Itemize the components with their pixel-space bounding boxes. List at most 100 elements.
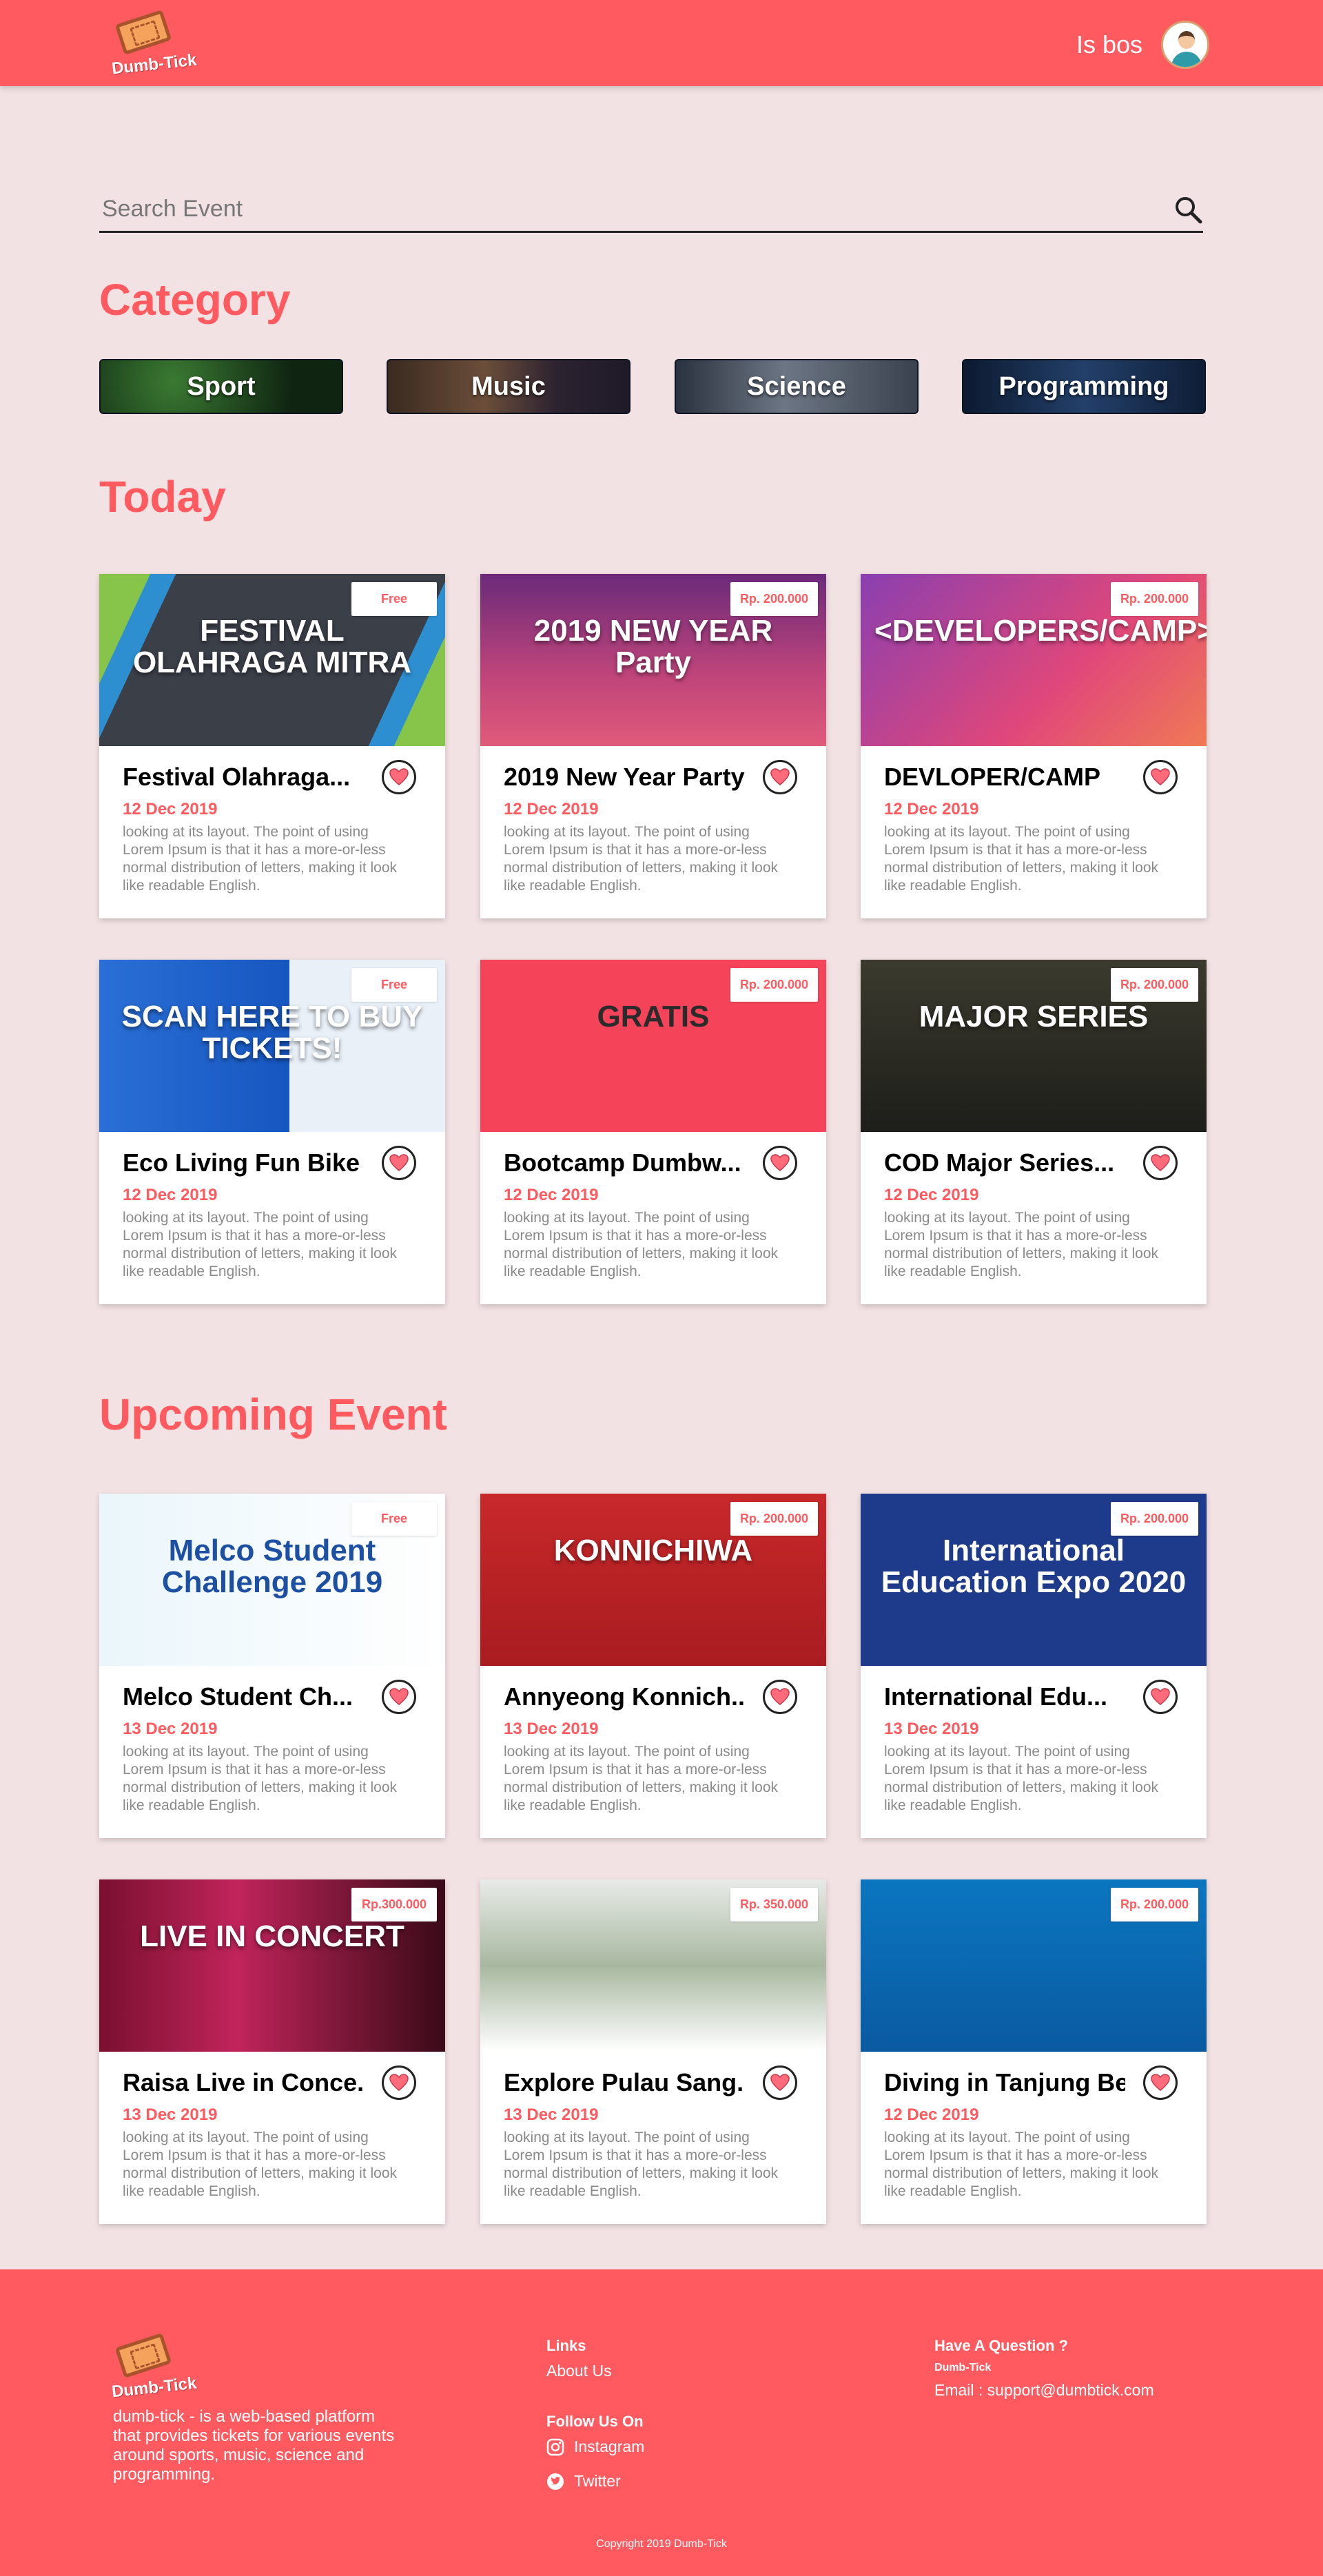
about-us-link[interactable]: About Us xyxy=(546,2362,612,2380)
favorite-button[interactable] xyxy=(1143,1680,1178,1714)
favorite-button[interactable] xyxy=(763,2065,797,2100)
event-title[interactable]: 2019 New Year Party xyxy=(504,763,745,792)
event-date: 12 Dec 2019 xyxy=(504,1186,599,1204)
price-badge: Rp. 200.000 xyxy=(1110,1502,1198,1536)
event-title[interactable]: Diving in Tanjung Be.. xyxy=(884,2068,1125,2097)
price-badge: Free xyxy=(351,582,437,616)
event-card[interactable]: MAJOR SERIES Rp. 200.000 COD Major Series.… xyxy=(861,960,1207,1304)
category-label: Programming xyxy=(998,371,1169,401)
event-card[interactable]: Melco Student Challenge 2019 Free Melco St… xyxy=(99,1494,445,1838)
category-programming[interactable]: Programming xyxy=(962,359,1206,414)
favorite-button[interactable] xyxy=(382,1680,416,1714)
event-date: 13 Dec 2019 xyxy=(884,1720,979,1738)
price-badge: Rp. 200.000 xyxy=(1110,582,1198,616)
category-science[interactable]: Science xyxy=(675,359,919,414)
event-description: looking at its layout. The point of usin… xyxy=(123,2130,398,2199)
heart-icon xyxy=(389,1154,409,1171)
event-title[interactable]: Bootcamp Dumbw... xyxy=(504,1148,745,1177)
favorite-button[interactable] xyxy=(1143,2065,1178,2100)
event-date: 12 Dec 2019 xyxy=(123,1186,218,1204)
event-title[interactable]: Annyeong Konnich... xyxy=(504,1682,745,1711)
event-image-text: <DEVELOPERS/CAMP> xyxy=(874,614,1207,648)
event-image[interactable]: Rp. 200.000 xyxy=(861,1879,1207,2052)
event-card[interactable]: GRATIS Rp. 200.000 Bootcamp Dumbw... 12 Dec… xyxy=(480,960,826,1304)
top-header: Dumb-Tick Is bos xyxy=(0,0,1323,86)
event-image-text: International Education Expo 2020 xyxy=(881,1534,1187,1600)
favorite-button[interactable] xyxy=(763,760,797,794)
price-badge: Free xyxy=(351,968,437,1002)
event-title[interactable]: Festival Olahraga... xyxy=(123,763,364,792)
ticket-icon xyxy=(114,2333,172,2378)
event-image[interactable]: LIVE IN CONCERT Rp.300.000 xyxy=(99,1879,445,2052)
event-card[interactable]: FESTIVAL OLAHRAGA MITRA Free Festival Olah… xyxy=(99,574,445,918)
support-email[interactable]: Email : support@dumbtick.com xyxy=(934,2381,1154,2400)
event-image-text: KONNICHIWA xyxy=(553,1534,753,1567)
event-date: 13 Dec 2019 xyxy=(504,1720,599,1738)
event-description: looking at its layout. The point of usin… xyxy=(504,1744,779,1813)
today-title: Today xyxy=(99,472,226,522)
event-card[interactable]: 2019 NEW YEAR Party Rp. 200.000 2019 New Y… xyxy=(480,574,826,918)
event-description: looking at its layout. The point of usin… xyxy=(504,1210,779,1279)
event-card[interactable]: SCAN HERE TO BUY TICKETS! Free Eco Living … xyxy=(99,960,445,1304)
event-image[interactable]: SCAN HERE TO BUY TICKETS! Free xyxy=(99,960,445,1132)
footer-about: dumb-tick - is a web-based platform that… xyxy=(113,2407,395,2484)
heart-icon xyxy=(770,768,790,785)
event-title[interactable]: Raisa Live in Conce... xyxy=(123,2068,364,2097)
event-image-text: SCAN HERE TO BUY TICKETS! xyxy=(121,1000,423,1066)
event-title[interactable]: International Edu... xyxy=(884,1682,1125,1711)
event-title[interactable]: Eco Living Fun Bike xyxy=(123,1148,364,1177)
event-image[interactable]: Melco Student Challenge 2019 Free xyxy=(99,1494,445,1666)
footer-logo[interactable]: Dumb-Tick xyxy=(110,2333,207,2402)
event-description: looking at its layout. The point of usin… xyxy=(884,1744,1159,1813)
event-title[interactable]: DEVLOPER/CAMP xyxy=(884,763,1125,792)
event-title[interactable]: Melco Student Ch... xyxy=(123,1682,364,1711)
twitter-icon xyxy=(547,2473,564,2490)
favorite-button[interactable] xyxy=(763,1680,797,1714)
event-image[interactable]: GRATIS Rp. 200.000 xyxy=(480,960,826,1132)
event-date: 13 Dec 2019 xyxy=(123,2105,218,2124)
event-image[interactable]: 2019 NEW YEAR Party Rp. 200.000 xyxy=(480,574,826,746)
event-image[interactable]: KONNICHIWA Rp. 200.000 xyxy=(480,1494,826,1666)
event-image[interactable]: International Education Expo 2020 Rp. 200… xyxy=(861,1494,1207,1666)
event-image[interactable]: Rp. 350.000 xyxy=(480,1879,826,2052)
event-title[interactable]: Explore Pulau Sang... xyxy=(504,2068,745,2097)
search-icon[interactable] xyxy=(1173,194,1203,225)
event-card[interactable]: LIVE IN CONCERT Rp.300.000 Raisa Live in C… xyxy=(99,1879,445,2224)
favorite-button[interactable] xyxy=(1143,760,1178,794)
twitter-link[interactable]: Twitter xyxy=(546,2472,621,2491)
favorite-button[interactable] xyxy=(763,1146,797,1180)
category-music[interactable]: Music xyxy=(387,359,630,414)
user-name[interactable]: Is bos xyxy=(1076,30,1142,59)
heart-icon xyxy=(389,2074,409,2091)
event-title[interactable]: COD Major Series... xyxy=(884,1148,1125,1177)
event-image[interactable]: FESTIVAL OLAHRAGA MITRA Free xyxy=(99,574,445,746)
event-image[interactable]: MAJOR SERIES Rp. 200.000 xyxy=(861,960,1207,1132)
event-card[interactable]: <DEVELOPERS/CAMP> Rp. 200.000 DEVLOPER/CAM… xyxy=(861,574,1207,918)
favorite-button[interactable] xyxy=(1143,1146,1178,1180)
category-label: Music xyxy=(471,371,546,401)
event-image-text: 2019 NEW YEAR Party xyxy=(533,614,773,680)
event-image-text: Melco Student Challenge 2019 xyxy=(161,1534,383,1600)
favorite-button[interactable] xyxy=(382,2065,416,2100)
search-input[interactable] xyxy=(102,193,1136,225)
favorite-button[interactable] xyxy=(382,760,416,794)
avatar[interactable] xyxy=(1161,21,1209,69)
instagram-link[interactable]: Instagram xyxy=(546,2438,644,2456)
category-sport[interactable]: Sport xyxy=(99,359,343,414)
heart-icon xyxy=(1151,1154,1170,1171)
event-card[interactable]: International Education Expo 2020 Rp. 200… xyxy=(861,1494,1207,1838)
heart-icon xyxy=(770,1688,790,1705)
event-date: 12 Dec 2019 xyxy=(504,800,599,818)
event-card[interactable]: Rp. 200.000 Diving in Tanjung Be.. 12 Dec … xyxy=(861,1879,1207,2224)
price-badge: Rp. 200.000 xyxy=(1110,1888,1198,1921)
heart-icon xyxy=(1151,768,1170,785)
price-badge: Free xyxy=(351,1502,437,1536)
logo[interactable]: Dumb-Tick xyxy=(110,10,207,79)
event-description: looking at its layout. The point of usin… xyxy=(884,1210,1159,1279)
favorite-button[interactable] xyxy=(382,1146,416,1180)
event-card[interactable]: Rp. 350.000 Explore Pulau Sang... 13 Dec 2… xyxy=(480,1879,826,2224)
event-image[interactable]: <DEVELOPERS/CAMP> Rp. 200.000 xyxy=(861,574,1207,746)
event-card[interactable]: KONNICHIWA Rp. 200.000 Annyeong Konnich...… xyxy=(480,1494,826,1838)
event-date: 12 Dec 2019 xyxy=(123,800,218,818)
copyright: Copyright 2019 Dumb-Tick xyxy=(596,2538,727,2550)
